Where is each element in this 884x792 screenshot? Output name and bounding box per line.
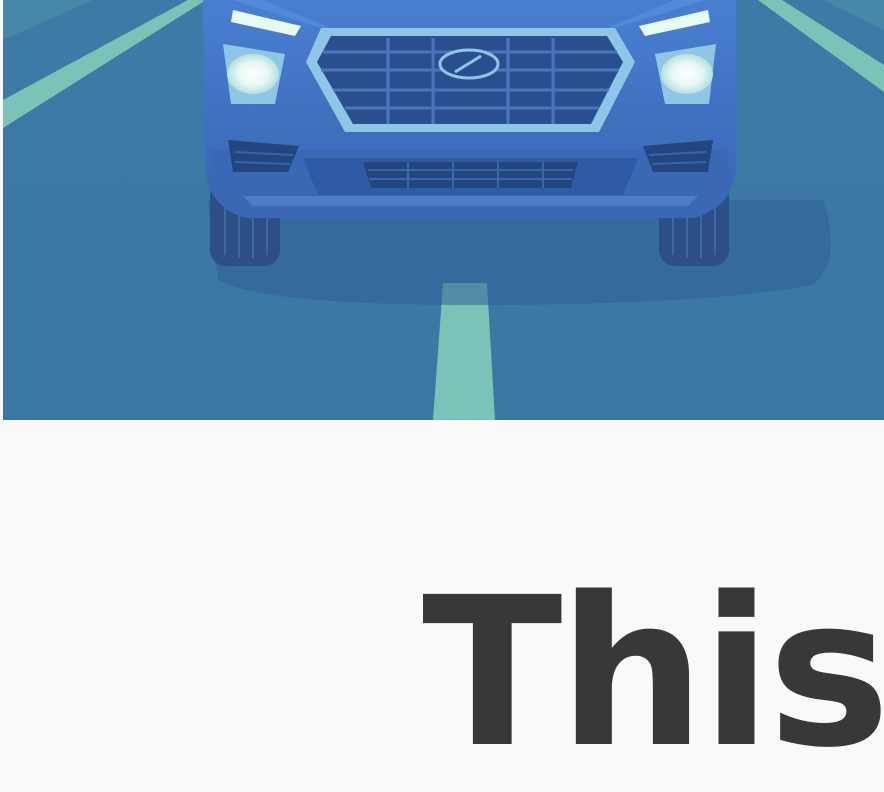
article-headline-area: This r [0, 420, 884, 792]
hero-image [3, 0, 884, 420]
article-headline: This r [422, 553, 884, 792]
left-headlight [227, 54, 279, 94]
lower-intake [363, 162, 578, 188]
article-page: This r [0, 0, 884, 792]
suv-on-road-illustration [3, 0, 884, 420]
right-headlight [661, 54, 713, 94]
